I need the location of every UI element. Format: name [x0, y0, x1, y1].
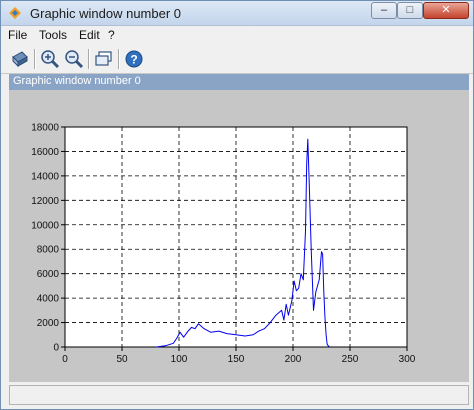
toolbar-separator [34, 49, 36, 69]
y-tick-label: 14000 [31, 171, 59, 182]
menu-file[interactable]: File [8, 28, 27, 42]
plot-area [65, 127, 407, 347]
toolbar-separator [118, 49, 120, 69]
minimize-button[interactable]: – [371, 2, 397, 19]
graphic-window: Graphic window number 0 – □ ✕ File Tools… [0, 0, 474, 410]
x-tick-label: 250 [342, 354, 359, 365]
window-title: Graphic window number 0 [30, 6, 182, 21]
x-tick-label: 0 [62, 354, 68, 365]
rotate-icon[interactable] [10, 49, 30, 69]
line-plot: 0 50 100 150 200 250 300 0 2000 4000 6000 8000 10000… [31, 123, 416, 366]
y-tick-label: 6000 [37, 269, 60, 280]
y-tick-label: 0 [53, 343, 59, 354]
zoom-in-icon[interactable] [40, 49, 60, 69]
svg-text:?: ? [130, 53, 137, 67]
maximize-button[interactable]: □ [397, 2, 423, 19]
x-tick-label: 150 [228, 354, 245, 365]
y-tick-label: 8000 [37, 245, 60, 256]
title-bar[interactable]: Graphic window number 0 – □ ✕ [1, 1, 473, 26]
help-icon[interactable]: ? [124, 49, 144, 69]
figure-title-bar: Graphic window number 0 [9, 74, 469, 90]
menu-tools[interactable]: Tools [39, 28, 67, 42]
y-tick-label: 4000 [37, 294, 60, 305]
zoom-out-icon[interactable] [64, 49, 84, 69]
datatip-icon[interactable] [94, 49, 114, 69]
x-tick-label: 100 [171, 354, 188, 365]
x-tick-label: 200 [285, 354, 302, 365]
status-bar [9, 385, 469, 405]
y-tick-label: 10000 [31, 220, 59, 231]
menu-bar: File Tools Edit ? [1, 26, 473, 44]
figure-title: Graphic window number 0 [13, 75, 141, 87]
menu-edit[interactable]: Edit [79, 28, 100, 42]
toolbar: ? [1, 45, 473, 74]
graphics-canvas[interactable]: 0 50 100 150 200 250 300 0 2000 4000 6000 8000 10000… [9, 90, 469, 382]
y-tick-label: 2000 [37, 318, 60, 329]
toolbar-separator [88, 49, 90, 69]
menu-help[interactable]: ? [108, 28, 115, 42]
y-tick-label: 16000 [31, 147, 59, 158]
x-tick-label: 50 [116, 354, 128, 365]
x-tick-label: 300 [399, 354, 416, 365]
close-button[interactable]: ✕ [423, 2, 469, 19]
scilab-app-icon [9, 7, 21, 19]
y-tick-label: 18000 [31, 123, 59, 134]
y-tick-label: 12000 [31, 196, 59, 207]
